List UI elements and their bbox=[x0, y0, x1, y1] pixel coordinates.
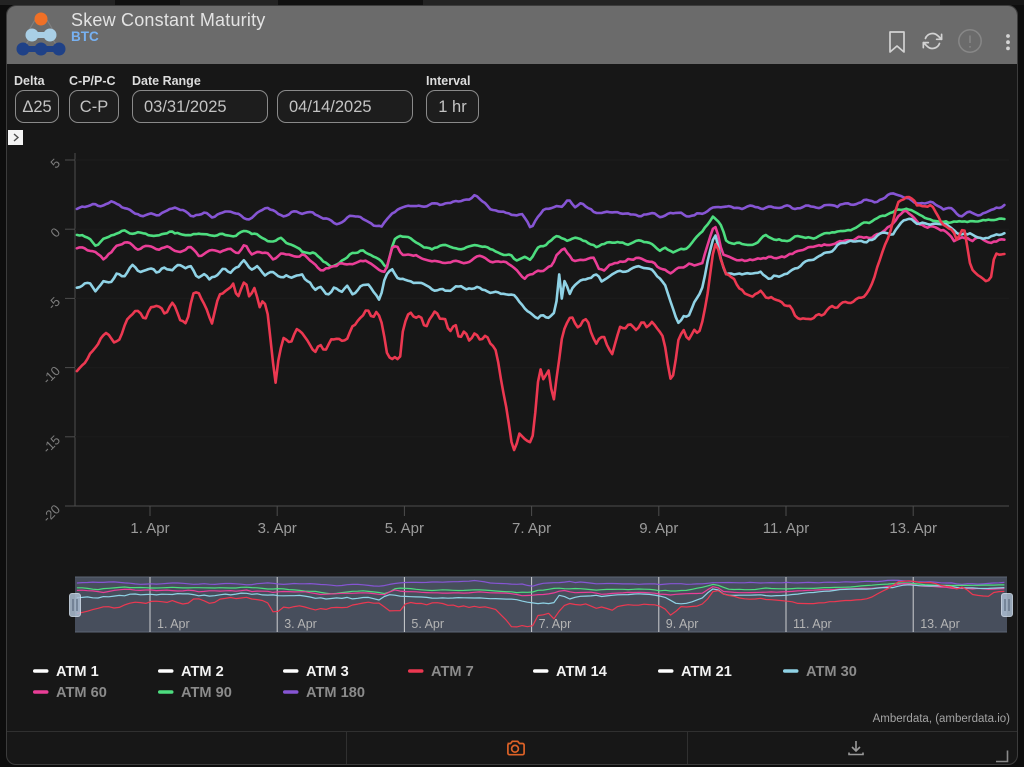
svg-text:0: 0 bbox=[47, 225, 63, 241]
svg-text:7. Apr: 7. Apr bbox=[512, 520, 551, 537]
svg-text:ATM 21: ATM 21 bbox=[681, 664, 732, 680]
svg-text:ATM 2: ATM 2 bbox=[181, 664, 224, 680]
svg-text:13. Apr: 13. Apr bbox=[920, 617, 960, 631]
svg-text:ATM 60: ATM 60 bbox=[56, 685, 107, 701]
svg-text:ATM 14: ATM 14 bbox=[556, 664, 608, 680]
svg-text:11. Apr: 11. Apr bbox=[793, 617, 832, 631]
svg-text:Amberdata, (amberdata.io): Amberdata, (amberdata.io) bbox=[873, 713, 1011, 725]
svg-text:ATM 1: ATM 1 bbox=[56, 664, 99, 680]
svg-text:5. Apr: 5. Apr bbox=[411, 617, 444, 631]
svg-text:ATM 3: ATM 3 bbox=[306, 664, 349, 680]
svg-text:11. Apr: 11. Apr bbox=[763, 520, 809, 537]
svg-text:9. Apr: 9. Apr bbox=[666, 617, 699, 631]
svg-text:ATM 180: ATM 180 bbox=[306, 685, 365, 701]
svg-text:-10: -10 bbox=[39, 363, 63, 387]
svg-text:ATM 30: ATM 30 bbox=[806, 664, 857, 680]
svg-text:ATM 90: ATM 90 bbox=[181, 685, 232, 701]
svg-text:9. Apr: 9. Apr bbox=[639, 520, 678, 537]
svg-text:3. Apr: 3. Apr bbox=[258, 520, 297, 537]
svg-text:5. Apr: 5. Apr bbox=[385, 520, 424, 537]
svg-text:-5: -5 bbox=[44, 294, 63, 313]
svg-text:13. Apr: 13. Apr bbox=[889, 520, 937, 537]
svg-text:5: 5 bbox=[47, 156, 63, 172]
svg-text:7. Apr: 7. Apr bbox=[539, 617, 572, 631]
svg-text:1. Apr: 1. Apr bbox=[157, 617, 190, 631]
svg-text:-20: -20 bbox=[39, 502, 63, 526]
svg-text:-15: -15 bbox=[39, 432, 63, 456]
svg-text:ATM 7: ATM 7 bbox=[431, 664, 474, 680]
svg-text:3. Apr: 3. Apr bbox=[284, 617, 317, 631]
svg-text:1. Apr: 1. Apr bbox=[130, 520, 169, 537]
